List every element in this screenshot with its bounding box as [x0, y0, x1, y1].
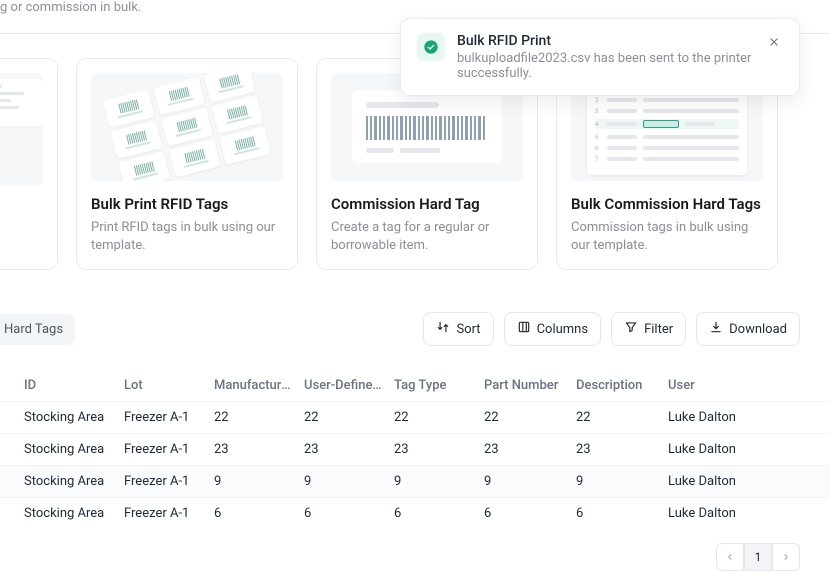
filter-button[interactable]: Filter [611, 312, 686, 346]
toast-close-button[interactable] [765, 33, 783, 55]
card-title: Bulk Print RFID Tags [91, 195, 283, 213]
table-cell: Luke Dalton [668, 506, 748, 521]
table-cell: Stocking Area [24, 410, 124, 425]
pagination: 1 [0, 529, 830, 571]
columns-button[interactable]: Columns [504, 312, 602, 346]
table-row[interactable]: Stocking AreaFreezer A-199999Luke Dalton [0, 465, 830, 497]
data-table: ID Lot Manufacturer… User-Defined… Tag T… [0, 370, 830, 529]
col-description[interactable]: Description [576, 378, 668, 393]
table-cell: 9 [484, 474, 576, 489]
table-cell: 6 [214, 506, 304, 521]
download-label: Download [729, 322, 787, 337]
success-icon [417, 33, 445, 61]
table-row[interactable]: Stocking AreaFreezer A-12222222222Luke D… [0, 401, 830, 433]
table-cell: 6 [484, 506, 576, 521]
card-bulk-print-rfid[interactable]: Bulk Print RFID Tags Print RFID tags in … [76, 58, 298, 270]
table-cell: Luke Dalton [668, 410, 748, 425]
sort-button[interactable]: Sort [423, 312, 493, 346]
table-cell: 9 [304, 474, 394, 489]
table-cell: 6 [304, 506, 394, 521]
table-cell: Freezer A-1 [124, 442, 214, 457]
col-user-defined[interactable]: User-Defined… [304, 378, 394, 393]
download-icon [709, 320, 723, 338]
table-cell: 6 [394, 506, 484, 521]
table-controls: Hard Tags Sort Columns Filter Download [0, 312, 830, 346]
col-manufacturer[interactable]: Manufacturer… [214, 378, 304, 393]
table-cell: 22 [394, 410, 484, 425]
table-cell: 22 [214, 410, 304, 425]
table-cell: 23 [576, 442, 668, 457]
subheader-text: g or commission in bulk. [0, 0, 141, 15]
card-thumb [0, 73, 43, 185]
table-cell: Luke Dalton [668, 442, 748, 457]
table-row[interactable]: Stocking AreaFreezer A-166666Luke Dalton [0, 497, 830, 529]
toast-message: bulkuploadfile2023.csv has been sent to … [457, 51, 765, 81]
table-cell: 9 [394, 474, 484, 489]
columns-label: Columns [537, 322, 589, 337]
table-cell: Luke Dalton [668, 474, 748, 489]
table-cell: Freezer A-1 [124, 474, 214, 489]
table-cell: Freezer A-1 [124, 506, 214, 521]
col-tag-type[interactable]: Tag Type [394, 378, 484, 393]
sort-label: Sort [456, 322, 480, 337]
download-button[interactable]: Download [696, 312, 800, 346]
sort-icon [436, 320, 450, 338]
card-desc: Print RFID tags in bulk using our templa… [91, 219, 283, 255]
table-cell: 23 [484, 442, 576, 457]
table-cell: Stocking Area [24, 442, 124, 457]
table-cell: Freezer A-1 [124, 410, 214, 425]
card-thumb [91, 73, 283, 181]
table-cell: 9 [214, 474, 304, 489]
columns-icon [517, 320, 531, 338]
table-cell: 22 [304, 410, 394, 425]
table-row[interactable]: Stocking AreaFreezer A-12323232323Luke D… [0, 433, 830, 465]
table-cell: 23 [214, 442, 304, 457]
toast-notification: Bulk RFID Print bulkuploadfile2023.csv h… [400, 18, 800, 96]
card-desc: Create a tag for a regular or borrowable… [331, 219, 523, 255]
table-cell: 9 [576, 474, 668, 489]
col-user[interactable]: User [668, 378, 748, 393]
table-cell: Stocking Area [24, 506, 124, 521]
card-title: Commission Hard Tag [331, 195, 523, 213]
card-partial[interactable] [0, 58, 58, 270]
card-desc: Commission tags in bulk using our templa… [571, 219, 763, 255]
col-part-number[interactable]: Part Number [484, 378, 576, 393]
table-header-row: ID Lot Manufacturer… User-Defined… Tag T… [0, 370, 830, 401]
col-lot[interactable]: Lot [124, 378, 214, 393]
table-cell: 22 [484, 410, 576, 425]
table-cell: 6 [576, 506, 668, 521]
filter-pill-hard-tags[interactable]: Hard Tags [0, 314, 75, 345]
table-cell: Stocking Area [24, 474, 124, 489]
filter-icon [624, 320, 638, 338]
toast-title: Bulk RFID Print [457, 33, 765, 49]
table-cell: 22 [576, 410, 668, 425]
col-id[interactable]: ID [24, 378, 124, 393]
filter-label: Filter [644, 322, 673, 337]
table-cell: 23 [394, 442, 484, 457]
card-title: Bulk Commission Hard Tags [571, 195, 763, 213]
table-cell: 23 [304, 442, 394, 457]
